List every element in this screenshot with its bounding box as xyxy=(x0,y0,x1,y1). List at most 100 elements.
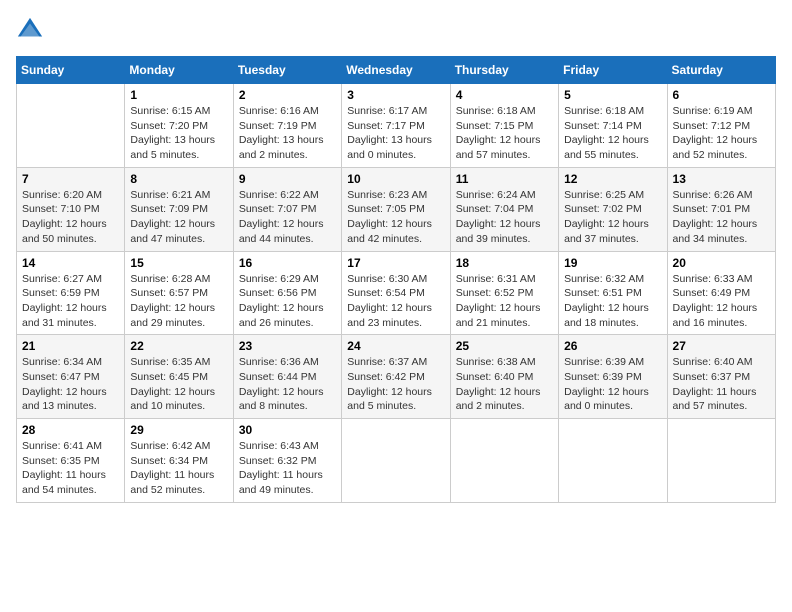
day-info: Sunrise: 6:25 AM Sunset: 7:02 PM Dayligh… xyxy=(564,188,661,247)
day-cell: 3Sunrise: 6:17 AM Sunset: 7:17 PM Daylig… xyxy=(342,84,450,168)
day-cell: 20 Sunrise: 6:33 AM Sunset: 6:49 PM Dayli… xyxy=(667,251,775,335)
day-number: 2 xyxy=(239,88,336,102)
day-cell: 5Sunrise: 6:18 AM Sunset: 7:14 PM Daylig… xyxy=(559,84,667,168)
day-info: Sunrise: 6:30 AM Sunset: 6:54 PM Dayligh… xyxy=(347,272,444,331)
header-cell-sunday: Sunday xyxy=(17,57,125,84)
day-number: 20 xyxy=(673,256,770,270)
day-info: Sunrise: 6:20 AM Sunset: 7:10 PM Dayligh… xyxy=(22,188,119,247)
day-info: Sunrise: 6:31 AM Sunset: 6:52 PM Dayligh… xyxy=(456,272,553,331)
day-number: 21 xyxy=(22,339,119,353)
calendar-table: SundayMondayTuesdayWednesdayThursdayFrid… xyxy=(16,56,776,503)
day-cell xyxy=(667,419,775,503)
day-number: 1 xyxy=(130,88,227,102)
day-number: 4 xyxy=(456,88,553,102)
week-row-1: 1 Sunrise: 6:15 AM Sunset: 7:20 PM Daylig… xyxy=(17,84,776,168)
day-cell: 7 Sunrise: 6:20 AM Sunset: 7:10 PM Daylig… xyxy=(17,167,125,251)
day-info: Sunrise: 6:40 AM Sunset: 6:37 PM Dayligh… xyxy=(673,355,770,414)
week-row-3: 14Sunrise: 6:27 AM Sunset: 6:59 PM Dayli… xyxy=(17,251,776,335)
day-number: 11 xyxy=(456,172,553,186)
day-number: 28 xyxy=(22,423,119,437)
day-number: 16 xyxy=(239,256,336,270)
day-number: 30 xyxy=(239,423,336,437)
day-number: 8 xyxy=(130,172,227,186)
day-number: 26 xyxy=(564,339,661,353)
day-info: Sunrise: 6:22 AM Sunset: 7:07 PM Dayligh… xyxy=(239,188,336,247)
day-cell xyxy=(559,419,667,503)
header-cell-wednesday: Wednesday xyxy=(342,57,450,84)
day-info: Sunrise: 6:17 AM Sunset: 7:17 PM Dayligh… xyxy=(347,104,444,163)
day-info: Sunrise: 6:32 AM Sunset: 6:51 PM Dayligh… xyxy=(564,272,661,331)
day-cell: 15 Sunrise: 6:28 AM Sunset: 6:57 PM Dayli… xyxy=(125,251,233,335)
day-cell: 13Sunrise: 6:26 AM Sunset: 7:01 PM Dayli… xyxy=(667,167,775,251)
week-row-5: 28 Sunrise: 6:41 AM Sunset: 6:35 PM Dayli… xyxy=(17,419,776,503)
day-cell: 16 Sunrise: 6:29 AM Sunset: 6:56 PM Dayli… xyxy=(233,251,341,335)
day-cell: 21 Sunrise: 6:34 AM Sunset: 6:47 PM Dayli… xyxy=(17,335,125,419)
day-cell: 26 Sunrise: 6:39 AM Sunset: 6:39 PM Dayli… xyxy=(559,335,667,419)
day-number: 23 xyxy=(239,339,336,353)
day-number: 12 xyxy=(564,172,661,186)
week-row-2: 7 Sunrise: 6:20 AM Sunset: 7:10 PM Daylig… xyxy=(17,167,776,251)
day-number: 22 xyxy=(130,339,227,353)
day-cell: 18 Sunrise: 6:31 AM Sunset: 6:52 PM Dayli… xyxy=(450,251,558,335)
day-number: 9 xyxy=(239,172,336,186)
day-number: 19 xyxy=(564,256,661,270)
day-info: Sunrise: 6:35 AM Sunset: 6:45 PM Dayligh… xyxy=(130,355,227,414)
day-info: Sunrise: 6:21 AM Sunset: 7:09 PM Dayligh… xyxy=(130,188,227,247)
day-info: Sunrise: 6:38 AM Sunset: 6:40 PM Dayligh… xyxy=(456,355,553,414)
day-cell xyxy=(17,84,125,168)
calendar-body: 1 Sunrise: 6:15 AM Sunset: 7:20 PM Daylig… xyxy=(17,84,776,503)
day-cell: 6 Sunrise: 6:19 AM Sunset: 7:12 PM Daylig… xyxy=(667,84,775,168)
day-info: Sunrise: 6:43 AM Sunset: 6:32 PM Dayligh… xyxy=(239,439,336,498)
day-number: 6 xyxy=(673,88,770,102)
day-number: 18 xyxy=(456,256,553,270)
day-info: Sunrise: 6:23 AM Sunset: 7:05 PM Dayligh… xyxy=(347,188,444,247)
day-info: Sunrise: 6:41 AM Sunset: 6:35 PM Dayligh… xyxy=(22,439,119,498)
day-cell: 8 Sunrise: 6:21 AM Sunset: 7:09 PM Daylig… xyxy=(125,167,233,251)
logo xyxy=(16,16,46,44)
day-cell: 19 Sunrise: 6:32 AM Sunset: 6:51 PM Dayli… xyxy=(559,251,667,335)
day-number: 25 xyxy=(456,339,553,353)
day-info: Sunrise: 6:15 AM Sunset: 7:20 PM Dayligh… xyxy=(130,104,227,163)
day-cell: 22 Sunrise: 6:35 AM Sunset: 6:45 PM Dayli… xyxy=(125,335,233,419)
day-cell: 12 Sunrise: 6:25 AM Sunset: 7:02 PM Dayli… xyxy=(559,167,667,251)
day-info: Sunrise: 6:19 AM Sunset: 7:12 PM Dayligh… xyxy=(673,104,770,163)
day-number: 7 xyxy=(22,172,119,186)
day-cell: 17Sunrise: 6:30 AM Sunset: 6:54 PM Dayli… xyxy=(342,251,450,335)
day-number: 15 xyxy=(130,256,227,270)
page-header xyxy=(16,16,776,44)
day-cell: 11 Sunrise: 6:24 AM Sunset: 7:04 PM Dayli… xyxy=(450,167,558,251)
day-cell: 29 Sunrise: 6:42 AM Sunset: 6:34 PM Dayli… xyxy=(125,419,233,503)
day-info: Sunrise: 6:34 AM Sunset: 6:47 PM Dayligh… xyxy=(22,355,119,414)
header-cell-friday: Friday xyxy=(559,57,667,84)
day-info: Sunrise: 6:28 AM Sunset: 6:57 PM Dayligh… xyxy=(130,272,227,331)
day-cell: 4Sunrise: 6:18 AM Sunset: 7:15 PM Daylig… xyxy=(450,84,558,168)
day-cell: 2 Sunrise: 6:16 AM Sunset: 7:19 PM Daylig… xyxy=(233,84,341,168)
day-info: Sunrise: 6:33 AM Sunset: 6:49 PM Dayligh… xyxy=(673,272,770,331)
day-info: Sunrise: 6:42 AM Sunset: 6:34 PM Dayligh… xyxy=(130,439,227,498)
header-cell-monday: Monday xyxy=(125,57,233,84)
header-row: SundayMondayTuesdayWednesdayThursdayFrid… xyxy=(17,57,776,84)
day-cell: 28 Sunrise: 6:41 AM Sunset: 6:35 PM Dayli… xyxy=(17,419,125,503)
day-info: Sunrise: 6:37 AM Sunset: 6:42 PM Dayligh… xyxy=(347,355,444,414)
logo-icon xyxy=(16,16,44,44)
day-cell: 25 Sunrise: 6:38 AM Sunset: 6:40 PM Dayli… xyxy=(450,335,558,419)
day-info: Sunrise: 6:26 AM Sunset: 7:01 PM Dayligh… xyxy=(673,188,770,247)
day-cell: 27 Sunrise: 6:40 AM Sunset: 6:37 PM Dayli… xyxy=(667,335,775,419)
calendar-header: SundayMondayTuesdayWednesdayThursdayFrid… xyxy=(17,57,776,84)
header-cell-thursday: Thursday xyxy=(450,57,558,84)
header-cell-tuesday: Tuesday xyxy=(233,57,341,84)
day-info: Sunrise: 6:29 AM Sunset: 6:56 PM Dayligh… xyxy=(239,272,336,331)
header-cell-saturday: Saturday xyxy=(667,57,775,84)
day-info: Sunrise: 6:39 AM Sunset: 6:39 PM Dayligh… xyxy=(564,355,661,414)
day-number: 27 xyxy=(673,339,770,353)
day-cell: 30 Sunrise: 6:43 AM Sunset: 6:32 PM Dayli… xyxy=(233,419,341,503)
day-number: 5 xyxy=(564,88,661,102)
day-number: 29 xyxy=(130,423,227,437)
day-cell: 1 Sunrise: 6:15 AM Sunset: 7:20 PM Daylig… xyxy=(125,84,233,168)
day-number: 10 xyxy=(347,172,444,186)
day-info: Sunrise: 6:24 AM Sunset: 7:04 PM Dayligh… xyxy=(456,188,553,247)
day-number: 14 xyxy=(22,256,119,270)
day-info: Sunrise: 6:16 AM Sunset: 7:19 PM Dayligh… xyxy=(239,104,336,163)
day-cell: 23Sunrise: 6:36 AM Sunset: 6:44 PM Dayli… xyxy=(233,335,341,419)
day-cell: 24Sunrise: 6:37 AM Sunset: 6:42 PM Dayli… xyxy=(342,335,450,419)
